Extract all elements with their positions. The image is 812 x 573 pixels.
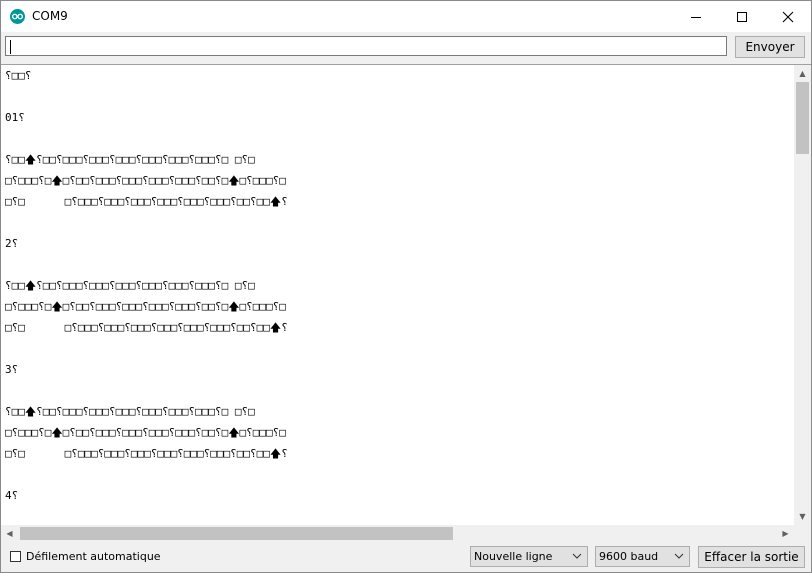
scroll-left-icon[interactable]: ◀: [1, 525, 18, 542]
clear-output-button[interactable]: Effacer la sortie: [698, 546, 805, 568]
vertical-scroll-thumb[interactable]: [796, 82, 809, 154]
baud-rate-value: 9600 baud: [599, 550, 659, 563]
autoscroll-checkbox[interactable]: [10, 551, 21, 562]
close-icon: [782, 11, 794, 23]
output-lines: ⸮□□⸮ 01⸮ ⸮□□🡅⸮□□⸮□□□⸮□□□⸮□□□⸮□□□⸮□□□⸮□□□⸮□…: [5, 65, 288, 542]
scroll-right-icon[interactable]: ▶: [777, 525, 794, 542]
send-input[interactable]: [5, 36, 727, 56]
scroll-down-icon[interactable]: ▼: [794, 508, 811, 525]
minimize-icon: [691, 17, 701, 18]
output-line: ⸮□□⸮: [5, 69, 32, 82]
chevron-down-icon: [572, 553, 582, 559]
serial-monitor-window: COM9 Envoyer ⸮□□⸮ 01⸮ ⸮□□🡅⸮□□⸮□□□⸮□□□⸮□□□⸮…: [0, 0, 812, 573]
line-ending-value: Nouvelle ligne: [474, 550, 553, 563]
output-line: □⸮□ □⸮□□□⸮□□□⸮□□□⸮□□□⸮□□□⸮□□□⸮□□⸮□□🡅⸮: [5, 195, 288, 208]
status-bar: Défilement automatique Nouvelle ligne 96…: [1, 542, 811, 572]
maximize-icon: [737, 12, 747, 22]
output-line: □⸮□□□⸮□🡅□⸮□□⸮□□□⸮□□□⸮□□□⸮□□□⸮□□⸮□🡅□⸮□□□⸮…: [5, 174, 286, 187]
line-ending-select[interactable]: Nouvelle ligne: [470, 546, 588, 567]
minimize-button[interactable]: [673, 1, 719, 32]
arduino-logo-icon: [10, 9, 25, 24]
output-line: 2⸮: [5, 237, 19, 250]
horizontal-scrollbar[interactable]: ◀ ▶: [1, 525, 794, 542]
baud-rate-select[interactable]: 9600 baud: [595, 546, 690, 567]
output-line: 3⸮: [5, 363, 19, 376]
scrollbar-corner: [794, 525, 811, 542]
close-button[interactable]: [765, 1, 811, 32]
vertical-scrollbar[interactable]: ▲ ▼: [794, 65, 811, 525]
horizontal-scroll-thumb[interactable]: [20, 527, 453, 540]
window-title: COM9: [32, 9, 68, 23]
send-button[interactable]: Envoyer: [735, 36, 805, 58]
send-bar: Envoyer: [1, 32, 811, 63]
output-line: □⸮□ □⸮□□□⸮□□□⸮□□□⸮□□□⸮□□□⸮□□□⸮□□⸮□□🡅⸮: [5, 321, 288, 334]
text-caret: [10, 40, 11, 54]
title-bar[interactable]: COM9: [1, 1, 811, 32]
maximize-button[interactable]: [719, 1, 765, 32]
output-line: □⸮□□□⸮□🡅□⸮□□⸮□□□⸮□□□⸮□□□⸮□□□⸮□□⸮□🡅□⸮□□□⸮…: [5, 300, 286, 313]
serial-output[interactable]: ⸮□□⸮ 01⸮ ⸮□□🡅⸮□□⸮□□□⸮□□□⸮□□□⸮□□□⸮□□□⸮□□□⸮□…: [1, 64, 811, 543]
scroll-up-icon[interactable]: ▲: [794, 65, 811, 82]
output-line: □⸮□□□⸮□🡅□⸮□□⸮□□□⸮□□□⸮□□□⸮□□□⸮□□⸮□🡅□⸮□□□⸮…: [5, 426, 286, 439]
output-line: 01⸮: [5, 111, 25, 124]
output-line: □⸮□ □⸮□□□⸮□□□⸮□□□⸮□□□⸮□□□⸮□□□⸮□□⸮□□🡅⸮: [5, 447, 288, 460]
output-line: ⸮□□🡅⸮□□⸮□□□⸮□□□⸮□□□⸮□□□⸮□□□⸮□□□⸮□ □⸮□: [5, 279, 255, 292]
output-line: ⸮□□🡅⸮□□⸮□□□⸮□□□⸮□□□⸮□□□⸮□□□⸮□□□⸮□ □⸮□: [5, 153, 255, 166]
output-line: 4⸮: [5, 489, 19, 502]
chevron-down-icon: [674, 553, 684, 559]
output-line: ⸮□□🡅⸮□□⸮□□□⸮□□□⸮□□□⸮□□□⸮□□□⸮□□□⸮□ □⸮□: [5, 405, 255, 418]
autoscroll-label[interactable]: Défilement automatique: [26, 550, 161, 563]
